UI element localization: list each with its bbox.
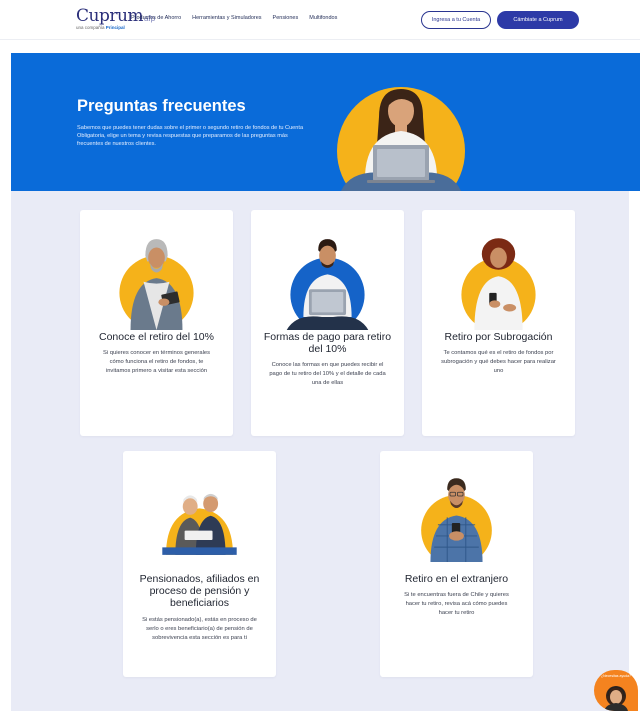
card-title: Retiro por Subrogación bbox=[444, 331, 553, 343]
card-title: Pensionados, afiliados en proceso de pen… bbox=[139, 573, 260, 609]
man-with-tablet-illustration bbox=[119, 239, 194, 330]
logo-tagline: una compañía Principal bbox=[76, 25, 125, 30]
card-description: Te contamos qué es el retiro de fondos p… bbox=[441, 350, 556, 375]
nav-productos-de-ahorro[interactable]: Productos de Ahorro bbox=[131, 15, 181, 21]
main-nav: Productos de Ahorro Herramientas y Simul… bbox=[131, 15, 337, 21]
card-description: Conoce las formas en que puedes recibir … bbox=[269, 362, 386, 387]
woman-laptop-illustration bbox=[337, 87, 465, 191]
hero-banner: Preguntas frecuentes Sabemos que puedes … bbox=[11, 53, 640, 191]
card-description: Si quieres conocer en términos generales… bbox=[103, 350, 210, 375]
site-header: Cuprumafp una compañía Principal Product… bbox=[0, 0, 640, 40]
nav-multifondos[interactable]: Multifondos bbox=[309, 15, 337, 21]
faq-card-extranjero[interactable]: Retiro en el extranjero Si te encuentras… bbox=[380, 451, 533, 677]
nav-pensiones[interactable]: Pensiones bbox=[273, 15, 299, 21]
man-with-laptop-illustration bbox=[286, 239, 369, 330]
card-title: Formas de pago para retiro del 10% bbox=[263, 331, 392, 355]
faq-card-formas-de-pago[interactable]: Formas de pago para retiro del 10% Conoc… bbox=[251, 210, 404, 436]
login-button[interactable]: Ingresa a tu Cuenta bbox=[421, 11, 491, 29]
page-title: Preguntas frecuentes bbox=[77, 97, 246, 115]
faq-card-pensionados[interactable]: Pensionados, afiliados en proceso de pen… bbox=[123, 451, 276, 677]
card-title: Retiro en el extranjero bbox=[404, 573, 509, 585]
card-description: Si te encuentras fuera de Chile y quiere… bbox=[404, 592, 509, 617]
card-description: Si estás pensionado(a), estás en proceso… bbox=[142, 617, 257, 642]
nav-herramientas-simuladores[interactable]: Herramientas y Simuladores bbox=[192, 15, 261, 21]
woman-with-phone-illustration bbox=[461, 238, 536, 330]
logo-tagline-prefix: una compañía bbox=[76, 25, 105, 30]
card-title: Conoce el retiro del 10% bbox=[99, 331, 214, 343]
logo-tagline-brand: Principal bbox=[105, 25, 125, 30]
faq-card-retiro-10[interactable]: Conoce el retiro del 10% Si quieres cono… bbox=[80, 210, 233, 436]
help-chat-button[interactable]: ¿Necesitas ayuda? bbox=[594, 670, 638, 711]
faq-card-subrogacion[interactable]: Retiro por Subrogación Te contamos qué e… bbox=[422, 210, 575, 436]
elderly-couple-illustration bbox=[162, 493, 237, 555]
agent-avatar-icon bbox=[604, 686, 628, 711]
switch-to-cuprum-button[interactable]: Cámbiate a Cuprum bbox=[497, 11, 579, 29]
man-with-phone-illustration bbox=[421, 478, 492, 562]
hero-description: Sabemos que puedes tener dudas sobre el … bbox=[77, 125, 304, 147]
